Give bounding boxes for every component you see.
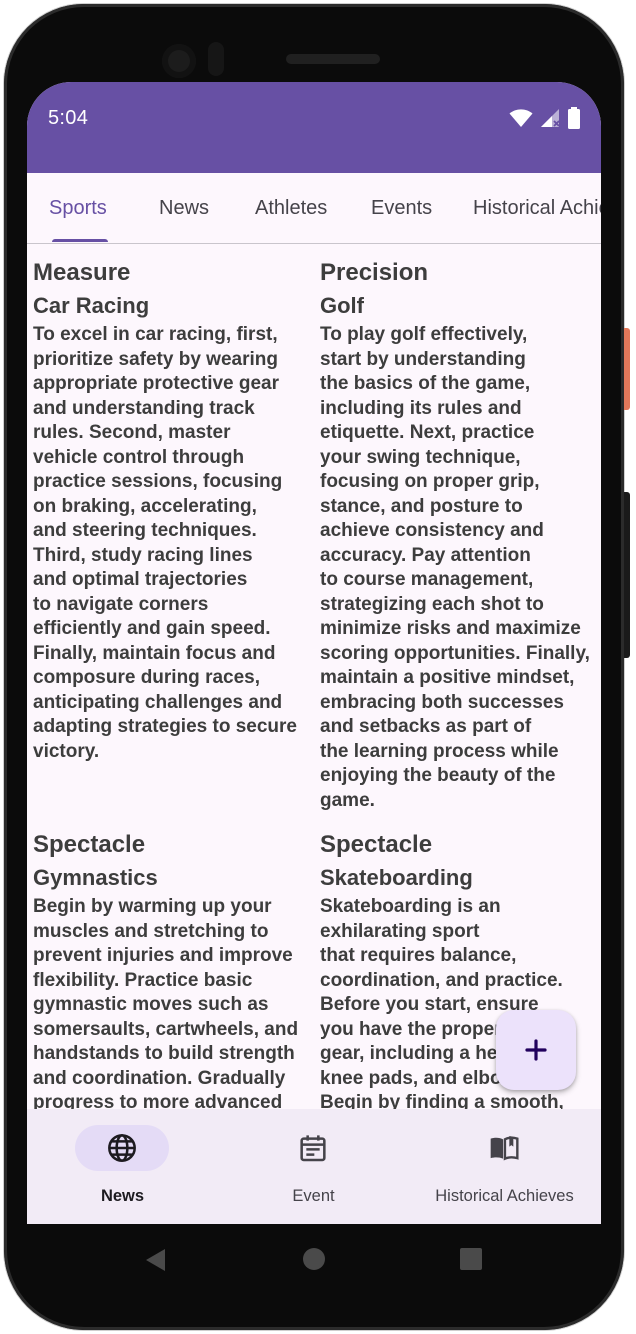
globe-icon: [108, 1134, 136, 1162]
sport-card-golf[interactable]: Precision Golf To play golf effectively,…: [320, 257, 600, 813]
back-icon[interactable]: [143, 1248, 167, 1272]
card-body: To excel in car racing, first, prioritiz…: [33, 324, 297, 762]
category-tabs: Sports News Athletes Events Historical A…: [27, 173, 601, 244]
tab-historical-achieves[interactable]: Historical Achieves: [473, 173, 601, 243]
volume-rocker[interactable]: [624, 492, 630, 658]
tab-events[interactable]: Events: [371, 173, 432, 243]
status-icons: [509, 107, 581, 129]
tab-sports[interactable]: Sports: [49, 173, 107, 243]
tab-news[interactable]: News: [159, 173, 209, 243]
card-subtitle: Car Racing: [33, 293, 150, 318]
recents-icon[interactable]: [460, 1248, 482, 1270]
add-fab-button[interactable]: [496, 1010, 576, 1090]
card-title: Spectacle: [33, 831, 146, 858]
home-icon[interactable]: [303, 1248, 325, 1270]
card-title: Spectacle: [320, 831, 433, 858]
plus-icon: [525, 1039, 547, 1061]
card-subtitle: Golf: [320, 293, 364, 318]
earpiece-speaker: [286, 54, 380, 64]
status-time: 5:04: [48, 107, 89, 129]
card-body: Begin by warming up your muscles and str…: [33, 896, 299, 1109]
tab-athletes[interactable]: Athletes: [255, 173, 327, 243]
nav-label: Event: [292, 1187, 335, 1205]
card-title: Measure: [33, 259, 131, 286]
card-title: Precision: [320, 259, 429, 286]
proximity-sensor: [208, 42, 224, 76]
wifi-icon: [509, 109, 533, 127]
nav-label: News: [100, 1187, 145, 1205]
nav-item-news[interactable]: News: [27, 1109, 218, 1224]
active-tab-indicator: [52, 239, 108, 242]
power-button[interactable]: [624, 328, 630, 410]
sport-card-car-racing[interactable]: Measure Car Racing To excel in car racin…: [33, 257, 313, 764]
book-icon: [490, 1136, 519, 1161]
card-body: To play golf effectively, start by under…: [320, 324, 590, 811]
card-subtitle: Gymnastics: [33, 865, 158, 890]
app-screen: 5:04 Sports News Athletes Events Histori…: [27, 82, 601, 1224]
nav-item-event[interactable]: Event: [218, 1109, 409, 1224]
nav-item-historical-achieves[interactable]: Historical Achieves: [409, 1109, 600, 1224]
system-navigation-bar: [27, 1224, 601, 1294]
bottom-navigation: News Event Historical Achieves: [27, 1109, 601, 1224]
card-subtitle: Skateboarding: [320, 865, 473, 890]
status-bar: 5:04: [27, 82, 601, 173]
nav-label: Historical Achieves: [435, 1187, 574, 1205]
sport-card-gymnastics[interactable]: Spectacle Gymnastics Begin by warming up…: [33, 829, 313, 1109]
front-camera: [162, 44, 196, 78]
sports-grid: Measure Car Racing To excel in car racin…: [27, 244, 601, 1109]
signal-icon: [541, 109, 560, 127]
calendar-icon: [300, 1135, 326, 1162]
battery-icon: [568, 107, 580, 129]
